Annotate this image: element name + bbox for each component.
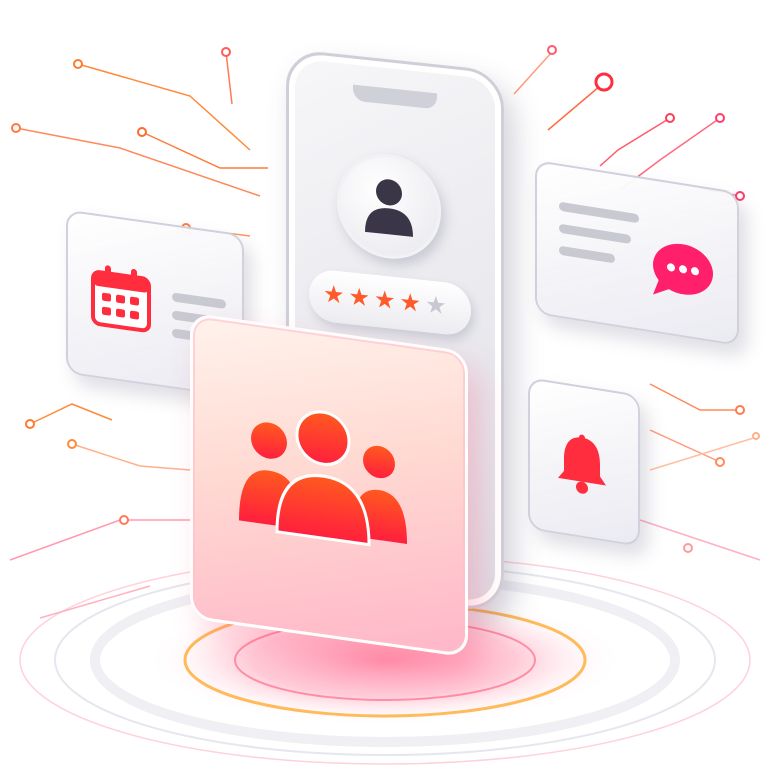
text-line bbox=[559, 245, 615, 264]
star-rating[interactable]: ★ ★ ★ ★ ★ bbox=[309, 267, 471, 337]
notification-card[interactable] bbox=[528, 377, 640, 547]
community-card[interactable] bbox=[190, 312, 468, 658]
star-empty-icon: ★ bbox=[425, 291, 447, 321]
user-icon bbox=[365, 179, 413, 237]
text-line bbox=[559, 223, 631, 245]
text-line bbox=[172, 292, 226, 309]
chat-card[interactable] bbox=[535, 159, 739, 347]
calendar-icon bbox=[91, 265, 151, 333]
chat-bubble-icon bbox=[653, 243, 713, 295]
star-icon: ★ bbox=[399, 288, 422, 318]
bell-icon bbox=[558, 434, 606, 494]
profile-avatar[interactable] bbox=[337, 148, 441, 264]
community-icon bbox=[239, 410, 407, 547]
phone-notch bbox=[353, 84, 437, 110]
illustration-scene: ★ ★ ★ ★ ★ bbox=[0, 0, 771, 769]
stars-row: ★ ★ ★ ★ ★ bbox=[323, 280, 447, 321]
star-icon: ★ bbox=[348, 283, 371, 313]
star-icon: ★ bbox=[323, 280, 345, 310]
text-line bbox=[559, 201, 639, 224]
star-icon: ★ bbox=[374, 285, 396, 316]
